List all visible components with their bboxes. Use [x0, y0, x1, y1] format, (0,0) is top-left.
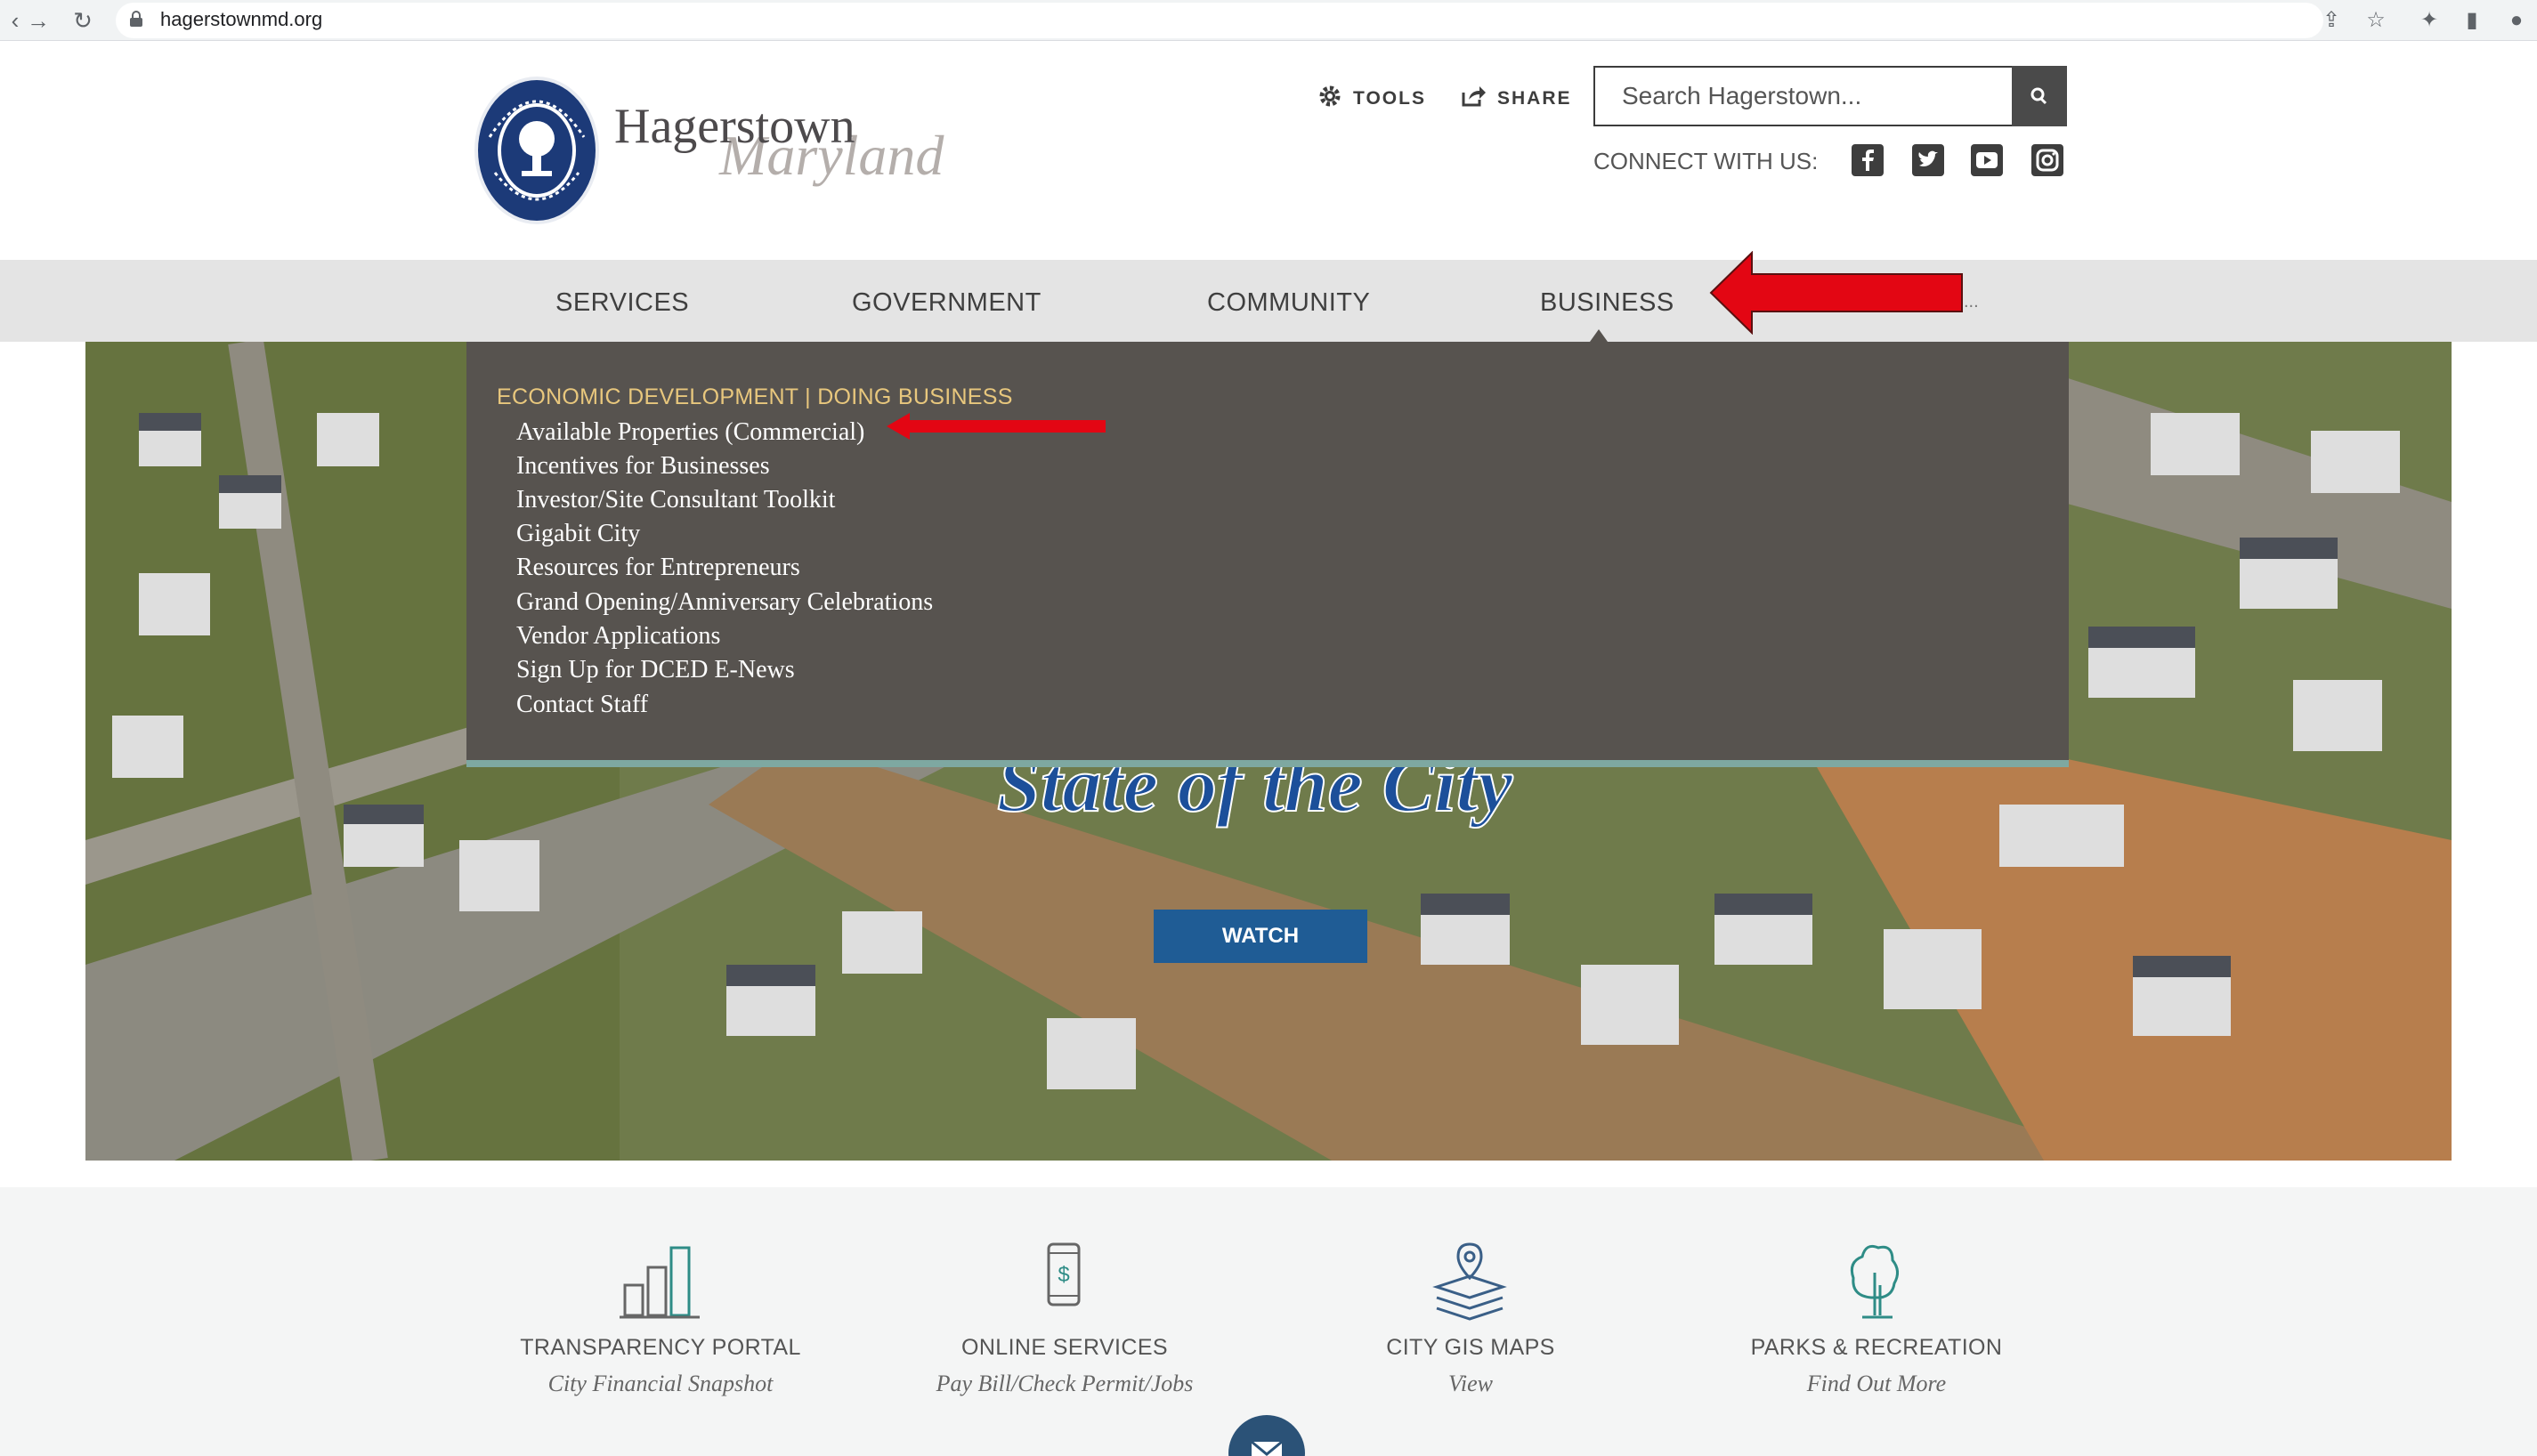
menu-item-investor-toolkit[interactable]: Investor/Site Consultant Toolkit [516, 486, 835, 514]
search-button[interactable] [2012, 66, 2067, 126]
forward-arrow-icon[interactable]: → [23, 5, 53, 36]
nav-more[interactable]: ... [1964, 292, 1979, 312]
address-bar[interactable] [116, 3, 2323, 38]
quick-link-gis-maps-subtitle[interactable]: View [1284, 1371, 1658, 1397]
quick-link-transparency-subtitle[interactable]: City Financial Snapshot [474, 1371, 847, 1397]
browser-toolbar: ‹ → ↻ hagerstownmd.org ⇪ ☆ ✦ ▮ ● [0, 0, 2537, 41]
nav-item-services[interactable]: SERVICES [555, 288, 689, 318]
brand-hagerstown[interactable]: Hagerstown [614, 98, 855, 155]
menu-item-grand-opening[interactable]: Grand Opening/Anniversary Celebrations [516, 588, 933, 617]
annotation-arrow-business [1709, 251, 1963, 335]
dropdown-heading[interactable]: ECONOMIC DEVELOPMENT | DOING BUSINESS [497, 384, 1013, 410]
share-icon [1460, 84, 1487, 113]
share-button[interactable]: SHARE [1460, 84, 1572, 113]
tools-label: TOOLS [1353, 87, 1426, 109]
youtube-icon[interactable] [1971, 144, 2003, 176]
menu-item-incentives[interactable]: Incentives for Businesses [516, 452, 770, 481]
gear-icon [1317, 84, 1342, 113]
watch-button[interactable]: WATCH [1154, 910, 1367, 963]
share-label: SHARE [1497, 87, 1572, 109]
menu-item-dced-enews[interactable]: Sign Up for DCED E-News [516, 656, 795, 684]
extensions-puzzle-icon[interactable]: ✦ [2414, 5, 2444, 36]
menu-item-vendor-applications[interactable]: Vendor Applications [516, 622, 720, 651]
facebook-icon[interactable] [1852, 144, 1884, 176]
connect-label: CONNECT WITH US: [1593, 148, 1819, 174]
tools-button[interactable]: TOOLS [1317, 84, 1426, 113]
svg-text:$: $ [1058, 1263, 1069, 1287]
nav-item-business[interactable]: BUSINESS [1540, 288, 1674, 318]
quick-link-parks-title[interactable]: PARKS & RECREATION [1690, 1335, 2063, 1361]
bookmark-star-icon[interactable]: ☆ [2361, 5, 2391, 36]
menu-item-gigabit-city[interactable]: Gigabit City [516, 520, 640, 548]
search-icon [2030, 87, 2047, 105]
quick-link-gis-maps-title[interactable]: CITY GIS MAPS [1284, 1335, 1658, 1361]
mail-icon[interactable] [1228, 1415, 1305, 1456]
menu-item-entrepreneurs[interactable]: Resources for Entrepreneurs [516, 554, 800, 582]
twitter-icon[interactable] [1912, 144, 1944, 176]
quick-link-transparency-title[interactable]: TRANSPARENCY PORTAL [474, 1335, 847, 1361]
profile-avatar-icon[interactable]: ● [2501, 5, 2532, 36]
nav-item-government[interactable]: GOVERNMENT [852, 288, 1042, 318]
annotation-arrow-available-properties [887, 413, 1106, 440]
search-box [1593, 66, 2014, 126]
bar-chart-icon[interactable] [620, 1241, 700, 1321]
nav-item-community[interactable]: COMMUNITY [1207, 288, 1370, 318]
reload-icon[interactable]: ↻ [68, 5, 98, 36]
search-input[interactable] [1595, 68, 2012, 125]
lock-icon[interactable] [130, 11, 142, 27]
quick-link-parks-subtitle[interactable]: Find Out More [1690, 1371, 2063, 1397]
side-panel-icon[interactable]: ▮ [2457, 5, 2487, 36]
active-nav-caret [1590, 329, 1608, 342]
quick-link-online-services-subtitle[interactable]: Pay Bill/Check Permit/Jobs [878, 1371, 1252, 1397]
map-layers-icon[interactable] [1430, 1241, 1510, 1321]
tree-icon[interactable] [1836, 1241, 1916, 1321]
city-seal-logo[interactable] [472, 75, 602, 226]
quick-link-online-services-title[interactable]: ONLINE SERVICES [878, 1335, 1252, 1361]
instagram-icon[interactable] [2031, 144, 2063, 176]
url-text[interactable]: hagerstownmd.org [160, 7, 322, 32]
menu-item-available-properties[interactable]: Available Properties (Commercial) [516, 418, 864, 447]
phone-dollar-icon[interactable]: $ [1024, 1241, 1104, 1321]
menu-item-contact-staff[interactable]: Contact Staff [516, 691, 648, 719]
share-page-icon[interactable]: ⇪ [2316, 5, 2347, 36]
